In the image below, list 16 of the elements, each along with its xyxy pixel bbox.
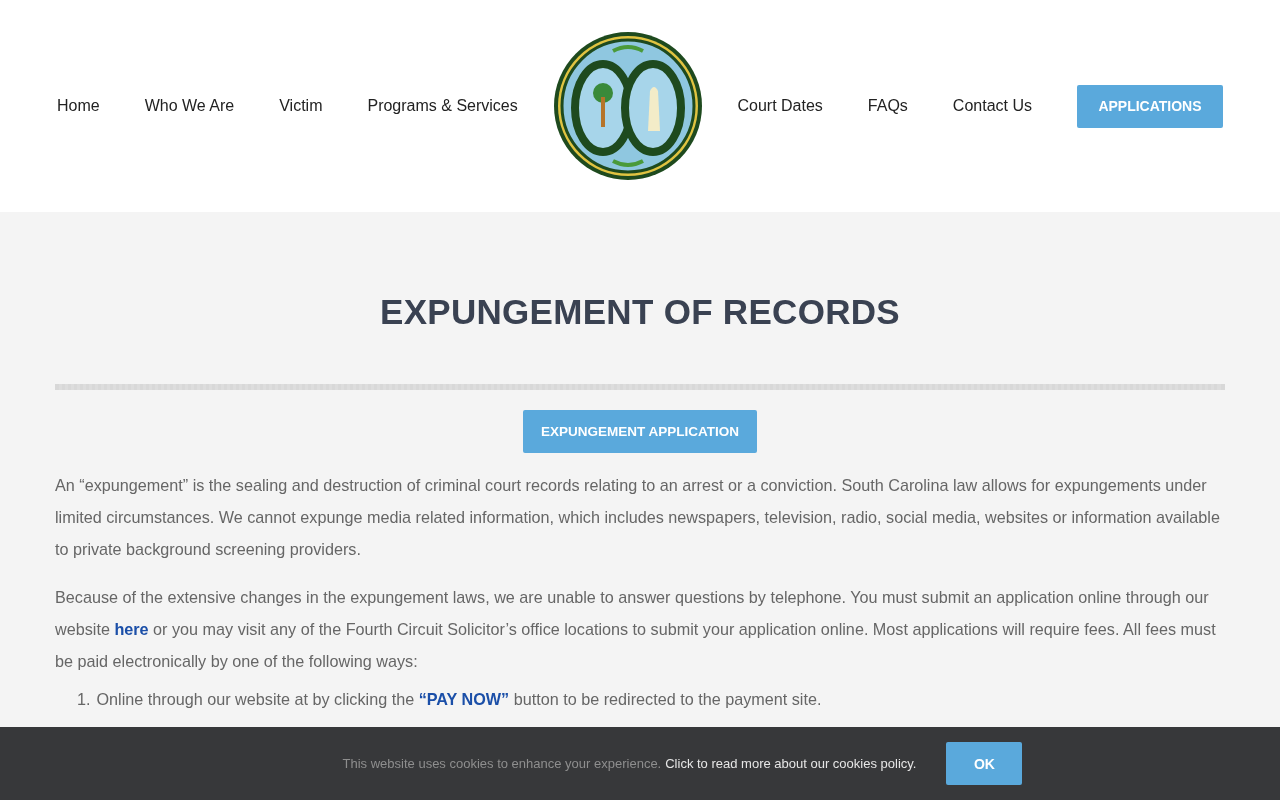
text-link[interactable]: here bbox=[114, 620, 149, 638]
nav-link[interactable]: Who We Are bbox=[144, 97, 235, 115]
paragraph: Because of the extensive changes in the expungement laws, we are unable to answer questions by telephone. You must submit an application online through our website here or you may visit any of the Fourth Circuit Solicitor’s office locations to submit your application online. Most applications will require fees. All fees must be paid electronically by one of the following ways: bbox=[55, 587, 1217, 672]
nav-link[interactable]: Court Dates bbox=[737, 97, 823, 115]
nav-link[interactable]: Victim bbox=[279, 97, 323, 115]
page-title: EXPUNGEMENT OF RECORDS bbox=[379, 291, 901, 332]
nav-link[interactable]: FAQs bbox=[867, 97, 908, 115]
list-item-text: Online through our website at by clicking the “PAY NOW” button to be redirected to the payment site. bbox=[96, 689, 822, 710]
nav-link[interactable]: Programs & Services bbox=[367, 97, 518, 115]
nav-link[interactable]: Contact Us bbox=[952, 97, 1032, 115]
paragraph: An “expungement” is the sealing and destruction of criminal court records relating to an arrest or a conviction. South Carolina law allows for expungements under limited circumstances. We cannot expunge media related information, which includes newspapers, television, radio, social media, websites or information available to private background screening providers. bbox=[55, 475, 1221, 560]
nav-link[interactable]: Home bbox=[57, 97, 100, 115]
text-link[interactable]: “PAY NOW” bbox=[418, 690, 510, 708]
cookie-policy-link[interactable]: Click to read more about our cookies policy. bbox=[665, 756, 917, 771]
cookie-text: This website uses cookies to enhance your experience. bbox=[342, 756, 662, 771]
list-number: 1. bbox=[77, 689, 91, 710]
